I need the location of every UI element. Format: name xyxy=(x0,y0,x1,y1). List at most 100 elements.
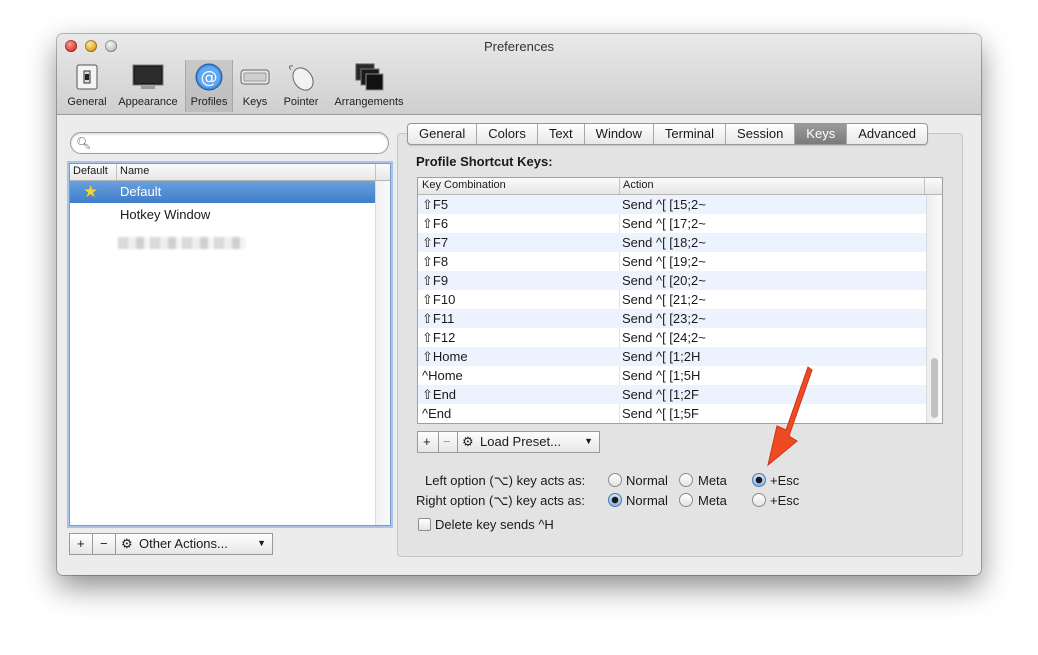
shortcut-row[interactable]: ⇧F12 Send ^[ [24;2~ xyxy=(418,328,926,347)
toolbar-pointer[interactable]: Pointer xyxy=(279,60,323,112)
shortcut-row[interactable]: ⇧F9 Send ^[ [20;2~ xyxy=(418,271,926,290)
profile-tabs: General Colors Text Window Terminal Sess… xyxy=(407,123,929,145)
key-action: Send ^[ [21;2~ xyxy=(622,292,706,307)
preferences-window: Preferences General Appearance @ Profile… xyxy=(57,34,981,575)
left-option-meta-label[interactable]: Meta xyxy=(698,473,727,488)
add-profile-button[interactable]: + xyxy=(69,533,93,555)
column-divider xyxy=(375,164,376,180)
profile-name: Default xyxy=(120,184,162,199)
default-star-icon: ★ xyxy=(83,182,99,201)
right-option-esc-radio[interactable] xyxy=(752,493,766,507)
windows-icon xyxy=(355,63,384,91)
key-combination: ⇧F8 xyxy=(422,254,449,269)
shortcut-row[interactable]: ^End Send ^[ [1;5F xyxy=(418,404,926,423)
svg-text:@: @ xyxy=(201,68,218,88)
column-action-header[interactable]: Action xyxy=(623,179,654,191)
key-action: Send ^[ [1;5F xyxy=(622,406,699,421)
right-option-normal-label[interactable]: Normal xyxy=(626,493,668,508)
remove-shortcut-label: − xyxy=(443,434,451,449)
shortcut-keys-table[interactable]: Key Combination Action ⇧F5 Send ^[ [15;2~… xyxy=(417,177,943,424)
tab-colors[interactable]: Colors xyxy=(477,124,538,144)
shortcut-row[interactable]: ⇧End Send ^[ [1;2F xyxy=(418,385,926,404)
shortcut-row[interactable]: ⇧F5 Send ^[ [15;2~ xyxy=(418,195,926,214)
scrollbar-thumb[interactable] xyxy=(931,358,938,418)
key-combination: ⇧End xyxy=(422,387,457,402)
column-default-header[interactable]: Default xyxy=(73,165,108,177)
left-option-esc-radio[interactable] xyxy=(752,473,766,487)
column-divider xyxy=(116,164,117,180)
left-option-normal-label[interactable]: Normal xyxy=(626,473,668,488)
key-combination: ⇧Home xyxy=(422,349,468,364)
keyboard-icon xyxy=(240,69,270,85)
remove-shortcut-button[interactable]: − xyxy=(438,431,458,453)
key-action: Send ^[ [20;2~ xyxy=(622,273,706,288)
right-option-meta-radio[interactable] xyxy=(679,493,693,507)
tab-text[interactable]: Text xyxy=(538,124,585,144)
right-option-label: Right option (⌥) key acts as: xyxy=(416,493,585,508)
left-option-normal-radio[interactable] xyxy=(608,473,622,487)
key-combination: ⇧F12 xyxy=(422,330,456,345)
toolbar-pointer-label: Pointer xyxy=(283,96,319,108)
remove-profile-label: − xyxy=(100,536,108,551)
shortcut-row[interactable]: ⇧F8 Send ^[ [19;2~ xyxy=(418,252,926,271)
key-combination: ⇧F5 xyxy=(422,197,449,212)
shortcut-row[interactable]: ⇧Home Send ^[ [1;2H xyxy=(418,347,926,366)
shortcut-row[interactable]: ^Home Send ^[ [1;5H xyxy=(418,366,926,385)
key-combination: ⇧F10 xyxy=(422,292,456,307)
key-action: Send ^[ [23;2~ xyxy=(622,311,706,326)
tab-keys[interactable]: Keys xyxy=(795,124,848,144)
profile-row-default[interactable]: ★ Default xyxy=(70,181,375,203)
shortcut-row[interactable]: ⇧F10 Send ^[ [21;2~ xyxy=(418,290,926,309)
profile-list-header: Default Name xyxy=(70,164,390,181)
key-combination: ⇧F7 xyxy=(422,235,449,250)
tab-general[interactable]: General xyxy=(408,124,478,144)
column-key-combination-header[interactable]: Key Combination xyxy=(422,179,506,191)
right-option-esc-label[interactable]: +Esc xyxy=(770,493,799,508)
tab-session[interactable]: Session xyxy=(726,124,796,144)
chevron-down-icon: ▼ xyxy=(257,538,266,548)
switch-icon xyxy=(76,64,98,90)
other-actions-label: Other Actions... xyxy=(139,536,228,551)
right-option-normal-radio[interactable] xyxy=(608,493,622,507)
tab-advanced[interactable]: Advanced xyxy=(847,124,927,144)
add-shortcut-button[interactable]: + xyxy=(417,431,439,453)
shortcut-row[interactable]: ⇧F6 Send ^[ [17;2~ xyxy=(418,214,926,233)
toolbar-appearance-label: Appearance xyxy=(118,96,178,108)
toolbar-profiles[interactable]: @ Profiles xyxy=(185,60,233,112)
gear-icon: ⚙ xyxy=(121,536,133,551)
key-action: Send ^[ [1;2H xyxy=(622,349,701,364)
profile-list-scrollbar[interactable] xyxy=(375,181,390,525)
left-option-esc-label[interactable]: +Esc xyxy=(770,473,799,488)
add-profile-label: + xyxy=(77,536,85,551)
shortcut-keys-header: Key Combination Action xyxy=(418,178,942,195)
toolbar-keys[interactable]: Keys xyxy=(237,60,273,112)
key-combination: ⇧F6 xyxy=(422,216,449,231)
right-option-meta-label[interactable]: Meta xyxy=(698,493,727,508)
profile-list[interactable]: Default Name ★ Default Hotkey Window xyxy=(69,163,391,526)
tab-terminal[interactable]: Terminal xyxy=(654,124,727,144)
shortcut-row[interactable]: ⇧F11 Send ^[ [23;2~ xyxy=(418,309,926,328)
tab-window[interactable]: Window xyxy=(585,124,654,144)
profile-row-hotkey-window[interactable]: Hotkey Window xyxy=(70,204,375,226)
delete-sends-ctrl-h-checkbox[interactable] xyxy=(418,518,431,531)
key-combination: ^Home xyxy=(422,368,463,383)
toolbar-arrangements[interactable]: Arrangements xyxy=(329,60,409,112)
title-bar: Preferences General Appearance @ Profile… xyxy=(57,34,981,115)
mouse-icon xyxy=(288,65,314,91)
load-preset-label: Load Preset... xyxy=(480,434,561,449)
gear-icon: ⚙ xyxy=(462,434,474,449)
other-actions-dropdown[interactable]: ⚙ Other Actions... ▼ xyxy=(115,533,273,555)
delete-sends-ctrl-h-label[interactable]: Delete key sends ^H xyxy=(435,517,554,532)
monitor-icon xyxy=(132,64,164,89)
remove-profile-button[interactable]: − xyxy=(92,533,116,555)
toolbar-general[interactable]: General xyxy=(63,60,111,112)
window-title: Preferences xyxy=(483,39,555,54)
toolbar-appearance[interactable]: Appearance xyxy=(113,60,183,112)
key-action: Send ^[ [18;2~ xyxy=(622,235,706,250)
left-option-meta-radio[interactable] xyxy=(679,473,693,487)
profile-search-input[interactable]: 🔍︎ xyxy=(70,132,389,154)
column-name-header[interactable]: Name xyxy=(120,165,149,177)
shortcut-keys-scrollbar[interactable] xyxy=(926,195,942,423)
load-preset-dropdown[interactable]: ⚙ Load Preset... ▼ xyxy=(457,431,600,453)
shortcut-row[interactable]: ⇧F7 Send ^[ [18;2~ xyxy=(418,233,926,252)
